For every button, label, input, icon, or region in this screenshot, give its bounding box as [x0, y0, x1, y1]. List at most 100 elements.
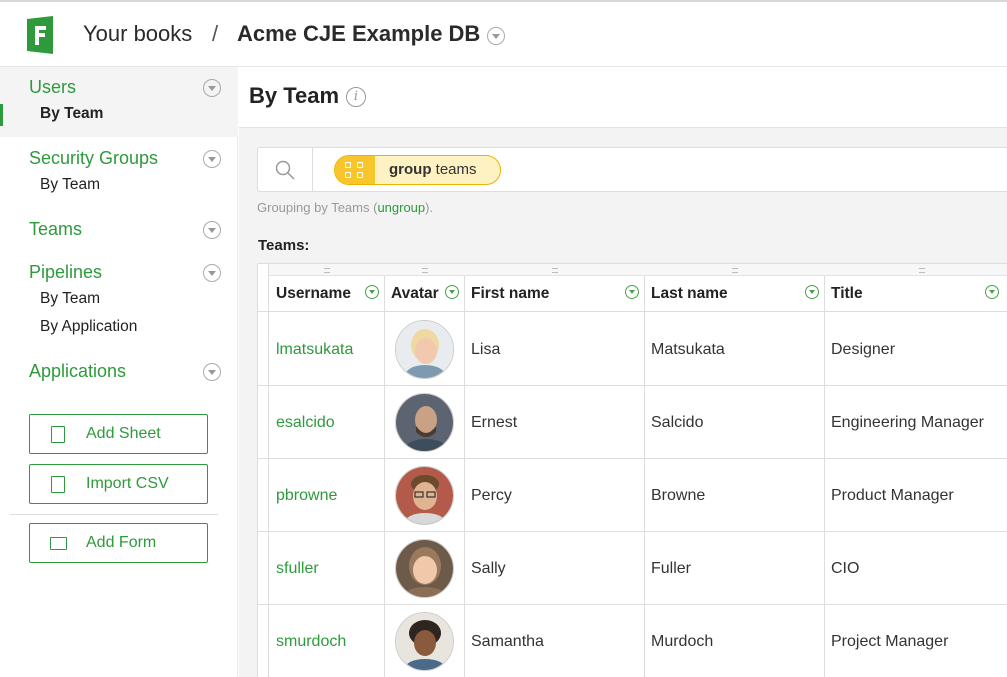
- last-name-cell[interactable]: Matsukata: [651, 313, 725, 386]
- column-drag-handle[interactable]: [465, 264, 645, 276]
- chip-value: teams: [435, 161, 477, 178]
- add-sheet-label: Add Sheet: [86, 425, 161, 442]
- add-sheet-button[interactable]: Add Sheet: [29, 414, 208, 454]
- avatar-image-sally: [396, 540, 453, 597]
- username-cell[interactable]: pbrowne: [276, 459, 337, 532]
- avatar: [395, 320, 454, 379]
- info-icon[interactable]: i: [346, 87, 366, 107]
- form-icon: [50, 537, 67, 550]
- import-csv-label: Import CSV: [86, 475, 169, 492]
- title-cell[interactable]: Engineering Manager: [831, 386, 984, 459]
- avatar-image-ernest: [396, 394, 453, 451]
- document-title[interactable]: Acme CJE Example DB: [237, 21, 480, 47]
- column-header-first-name[interactable]: First name: [471, 276, 549, 312]
- search-icon: [275, 160, 295, 180]
- title-cell[interactable]: Product Manager: [831, 459, 954, 532]
- last-name-column-menu-icon[interactable]: [805, 285, 819, 299]
- sidebar-item-pipelines-by-team[interactable]: By Team: [40, 290, 100, 308]
- users-menu-chevron-icon[interactable]: [203, 79, 221, 97]
- import-csv-button[interactable]: Import CSV: [29, 464, 208, 504]
- top-bar: Your books / Acme CJE Example DB: [0, 0, 1007, 67]
- first-name-cell[interactable]: Sally: [471, 532, 506, 605]
- sidebar-section-pipelines[interactable]: Pipelines: [29, 262, 102, 283]
- title-cell[interactable]: Designer: [831, 313, 895, 386]
- avatar-image-percy: [396, 467, 453, 524]
- avatar-column-menu-icon[interactable]: [445, 285, 459, 299]
- table-row[interactable]: sfuller Sally Fuller CIO: [258, 532, 1007, 605]
- first-name-cell[interactable]: Samantha: [471, 605, 544, 677]
- document-menu-chevron-icon[interactable]: [487, 27, 505, 45]
- teams-menu-chevron-icon[interactable]: [203, 221, 221, 239]
- first-name-cell[interactable]: Lisa: [471, 313, 500, 386]
- table-row[interactable]: lmatsukata Lisa Matsukata Designer: [258, 313, 1007, 386]
- username-cell[interactable]: lmatsukata: [276, 313, 353, 386]
- sidebar-section-users[interactable]: Users: [29, 77, 76, 98]
- ungroup-link[interactable]: ungroup: [377, 200, 425, 215]
- sidebar-section-teams[interactable]: Teams: [29, 219, 82, 240]
- group-teams-chip[interactable]: group teams: [334, 155, 501, 185]
- grouping-hint-suffix: ).: [425, 200, 434, 215]
- avatar: [395, 393, 454, 452]
- column-header-username[interactable]: Username: [276, 276, 351, 312]
- last-name-cell[interactable]: Browne: [651, 459, 705, 532]
- column-drag-handle[interactable]: [645, 264, 825, 276]
- chip-label: group teams: [389, 161, 477, 178]
- sidebar-item-users-by-team[interactable]: By Team: [40, 105, 103, 123]
- first-name-cell[interactable]: Percy: [471, 459, 512, 532]
- title-cell[interactable]: CIO: [831, 532, 859, 605]
- table-header: Username Avatar First name Last name Tit…: [258, 276, 1007, 312]
- column-drag-handle[interactable]: [385, 264, 465, 276]
- pipelines-menu-chevron-icon[interactable]: [203, 264, 221, 282]
- search-bar[interactable]: group teams: [257, 147, 1007, 192]
- last-name-cell[interactable]: Salcido: [651, 386, 703, 459]
- app-logo-icon[interactable]: [27, 16, 53, 54]
- users-table: Username Avatar First name Last name Tit…: [257, 263, 1007, 677]
- last-name-cell[interactable]: Murdoch: [651, 605, 713, 677]
- sidebar-section-applications[interactable]: Applications: [29, 361, 126, 382]
- avatar: [395, 466, 454, 525]
- title-cell[interactable]: Project Manager: [831, 605, 948, 677]
- first-name-column-menu-icon[interactable]: [625, 285, 639, 299]
- sidebar-divider: [10, 514, 218, 515]
- sidebar-active-indicator: [0, 104, 3, 126]
- column-header-title[interactable]: Title: [831, 276, 863, 312]
- column-drag-handle[interactable]: [269, 264, 385, 276]
- chip-keyword: group: [389, 161, 432, 178]
- table-row[interactable]: smurdoch Samantha Murdoch Project Manage…: [258, 605, 1007, 677]
- search-button[interactable]: [258, 148, 313, 191]
- sidebar: Users By Team Security Groups By Team Te…: [0, 67, 238, 677]
- grouping-hint: Grouping by Teams (ungroup).: [257, 200, 433, 215]
- first-name-cell[interactable]: Ernest: [471, 386, 517, 459]
- table-row[interactable]: pbrowne Percy Browne Product Manager: [258, 459, 1007, 532]
- main-panel: By Team i group teams Grouping by Teams …: [239, 67, 1007, 677]
- sidebar-section-security-groups[interactable]: Security Groups: [29, 148, 158, 169]
- group-grid-icon: [335, 156, 375, 184]
- page-title: By Team: [249, 83, 340, 108]
- avatar: [395, 612, 454, 671]
- last-name-cell[interactable]: Fuller: [651, 532, 691, 605]
- security-groups-menu-chevron-icon[interactable]: [203, 150, 221, 168]
- username-cell[interactable]: smurdoch: [276, 605, 346, 677]
- applications-menu-chevron-icon[interactable]: [203, 363, 221, 381]
- grouping-hint-prefix: Grouping by Teams (: [257, 200, 378, 215]
- column-header-last-name[interactable]: Last name: [651, 276, 728, 312]
- avatar-image-lisa: [396, 321, 453, 378]
- column-header-avatar[interactable]: Avatar: [391, 276, 439, 312]
- column-drag-handle[interactable]: [825, 264, 1007, 276]
- username-cell[interactable]: sfuller: [276, 532, 319, 605]
- avatar-image-samantha: [396, 613, 453, 670]
- table-row[interactable]: esalcido Ernest Salcido Engineering Mana…: [258, 386, 1007, 459]
- sidebar-item-security-groups-by-team[interactable]: By Team: [40, 176, 100, 194]
- add-form-button[interactable]: Add Form: [29, 523, 208, 563]
- breadcrumb-your-books[interactable]: Your books: [83, 21, 192, 47]
- sidebar-item-pipelines-by-application[interactable]: By Application: [40, 318, 137, 336]
- teams-section-label: Teams:: [258, 237, 310, 254]
- username-cell[interactable]: esalcido: [276, 386, 335, 459]
- username-column-menu-icon[interactable]: [365, 285, 379, 299]
- page-header: By Team i: [239, 67, 1007, 128]
- title-column-menu-icon[interactable]: [985, 285, 999, 299]
- avatar: [395, 539, 454, 598]
- add-form-label: Add Form: [86, 534, 157, 551]
- breadcrumb-separator: /: [212, 21, 219, 46]
- add-sheet-icon: [51, 426, 65, 443]
